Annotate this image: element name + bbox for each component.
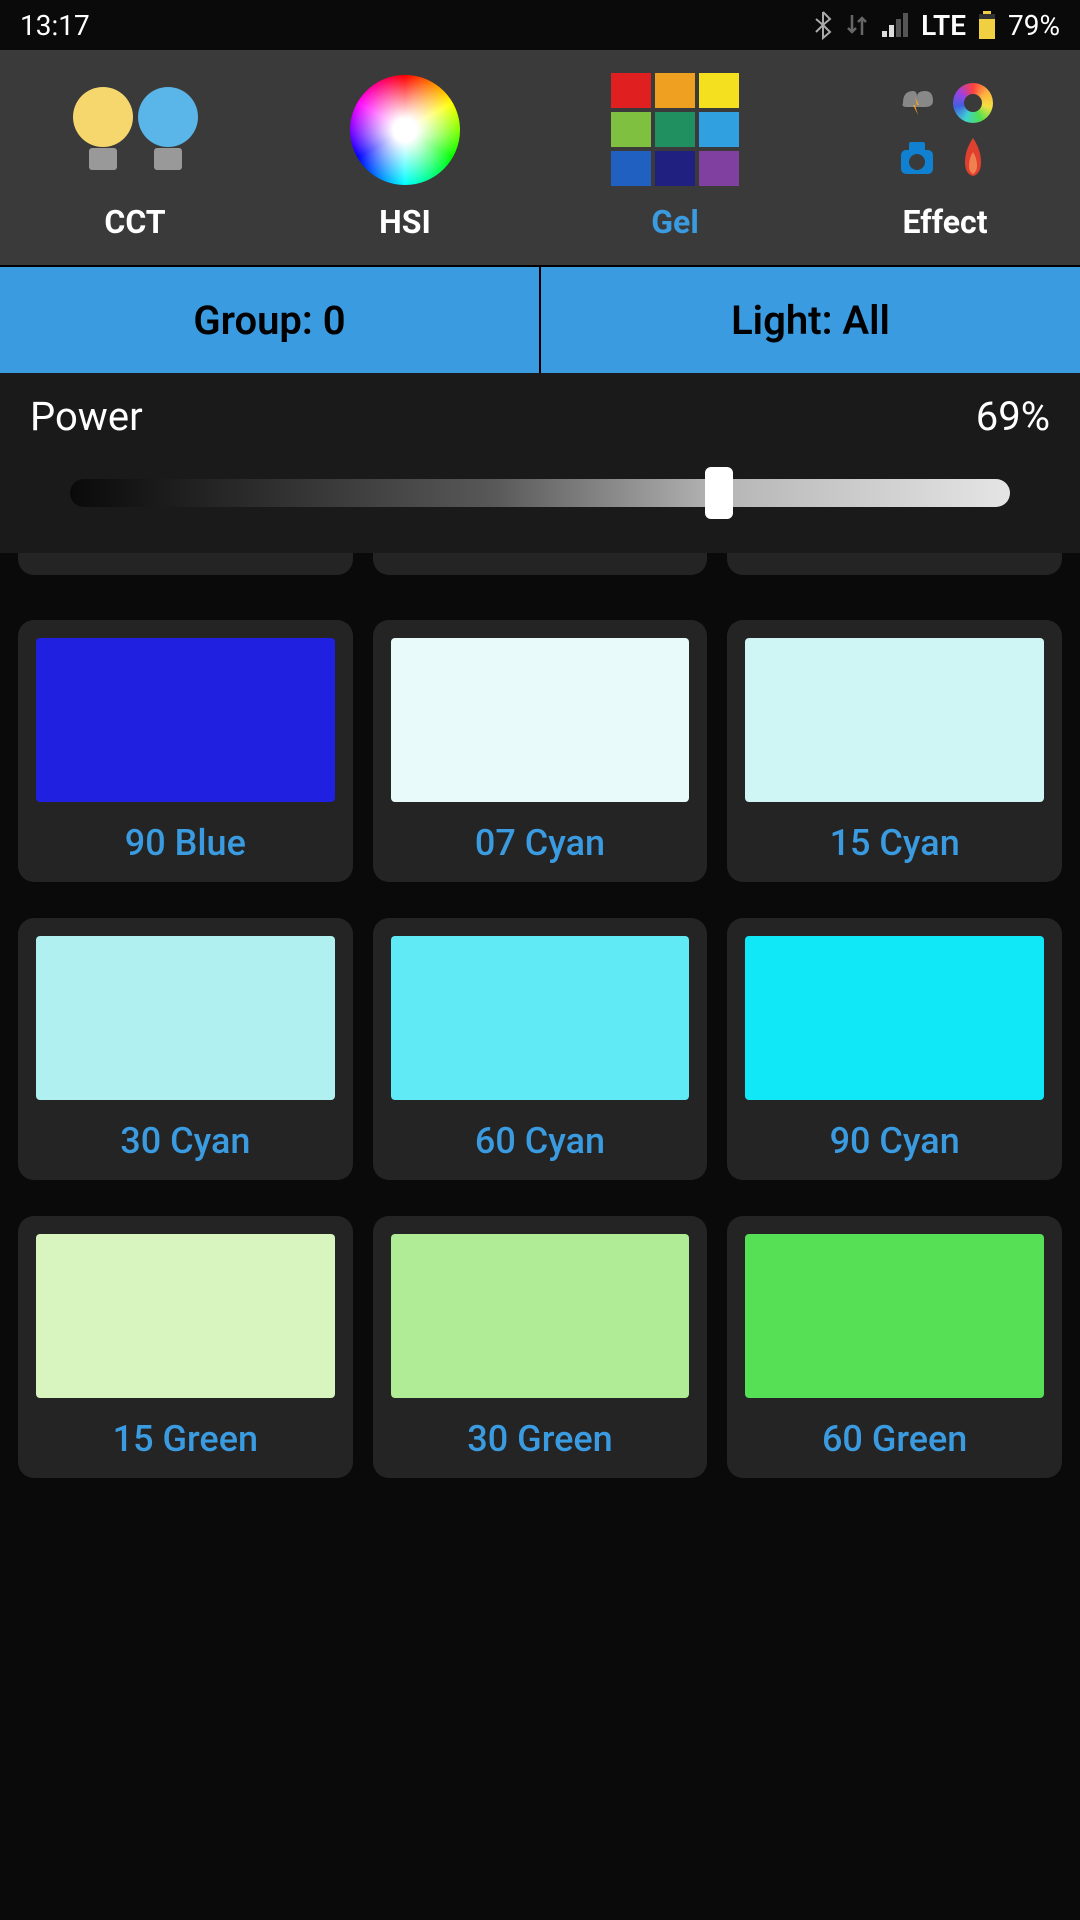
light-selector[interactable]: Light: All [541,267,1080,373]
gel-scroll-area[interactable]: 90 Blue 07 Cyan 15 Cyan 30 Cyan 60 Cyan 90 Cy… [0,553,1080,1920]
gel-card-label: 07 Cyan [391,822,690,864]
gel-swatch [391,936,690,1100]
gel-card-label: 15 Cyan [745,822,1044,864]
gel-swatch [391,1234,690,1398]
gel-row: 90 Blue 07 Cyan 15 Cyan [18,620,1062,882]
power-slider[interactable] [30,468,1050,518]
battery-icon [978,11,996,39]
gel-swatch [745,936,1044,1100]
hsi-icon [350,75,460,185]
mode-tab-bar: CCT HSI Gel Effect [0,50,1080,265]
tab-hsi[interactable]: HSI [270,50,540,265]
tab-hsi-label: HSI [379,203,431,241]
gel-swatch [36,638,335,802]
gel-card-label: 60 Green [745,1418,1044,1460]
gel-card[interactable]: 15 Cyan [727,620,1062,882]
gel-card-partial[interactable] [373,553,708,575]
tab-effect[interactable]: Effect [810,50,1080,265]
gel-card-label: 30 Cyan [36,1120,335,1162]
gel-card[interactable]: 90 Cyan [727,918,1062,1180]
gel-swatch [745,1234,1044,1398]
gel-card[interactable]: 30 Green [373,1216,708,1478]
gel-card-partial[interactable] [18,553,353,575]
gel-card[interactable]: 90 Blue [18,620,353,882]
group-selector[interactable]: Group: 0 [0,267,541,373]
gel-card-label: 90 Blue [36,822,335,864]
gel-card[interactable]: 07 Cyan [373,620,708,882]
tab-gel[interactable]: Gel [540,50,810,265]
gel-row-partial [18,553,1062,575]
gel-card[interactable]: 30 Cyan [18,918,353,1180]
status-battery: 79% [1008,9,1060,42]
tab-gel-label: Gel [651,203,699,241]
gel-row: 15 Green 30 Green 60 Green [18,1216,1062,1478]
effect-icon [892,75,998,185]
gel-icon [611,75,739,185]
group-selector-label: Group: 0 [193,297,345,344]
tab-cct[interactable]: CCT [0,50,270,265]
power-value: 69% [976,393,1050,440]
data-icon [845,12,869,38]
power-slider-thumb[interactable] [705,467,733,519]
selector-row: Group: 0 Light: All [0,265,1080,373]
power-label: Power [30,393,143,440]
status-network: LTE [921,9,966,42]
gel-card-partial[interactable] [727,553,1062,575]
tab-effect-label: Effect [902,203,987,241]
gel-card-label: 30 Green [391,1418,690,1460]
cct-icon [73,75,198,185]
gel-swatch [36,1234,335,1398]
bluetooth-icon [813,10,833,40]
gel-swatch [391,638,690,802]
tab-cct-label: CCT [104,203,165,241]
light-selector-label: Light: All [731,297,890,344]
gel-card[interactable]: 60 Green [727,1216,1062,1478]
gel-swatch [745,638,1044,802]
gel-card-label: 60 Cyan [391,1120,690,1162]
status-bar: 13:17 LTE 79% [0,0,1080,50]
gel-row: 30 Cyan 60 Cyan 90 Cyan [18,918,1062,1180]
gel-card-label: 90 Cyan [745,1120,1044,1162]
gel-swatch [36,936,335,1100]
signal-icon [881,13,909,37]
gel-card[interactable]: 15 Green [18,1216,353,1478]
status-right: LTE 79% [813,9,1060,42]
status-time: 13:17 [20,9,90,42]
gel-card[interactable]: 60 Cyan [373,918,708,1180]
power-section: Power 69% [0,373,1080,553]
gel-card-label: 15 Green [36,1418,335,1460]
